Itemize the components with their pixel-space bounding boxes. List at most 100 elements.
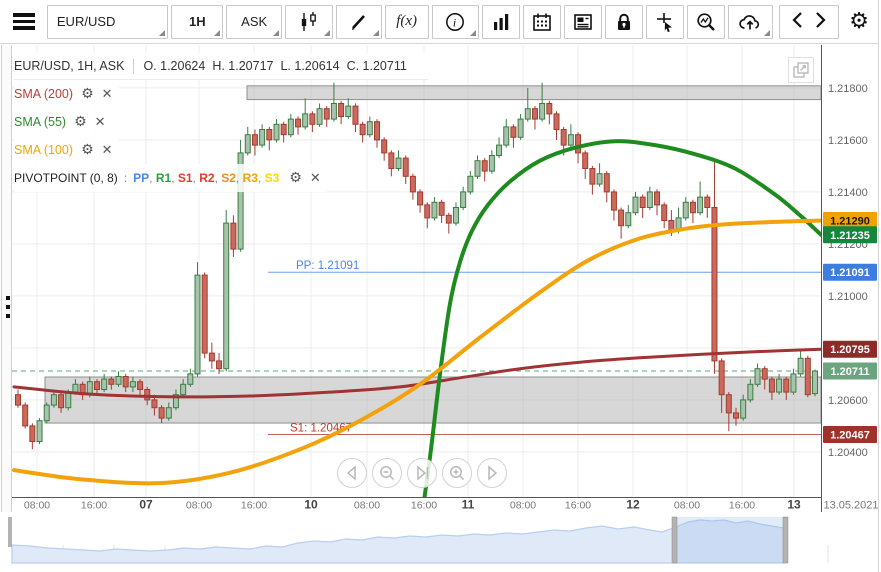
time-tick: 08:00 [354,500,380,512]
drag-grip[interactable] [4,296,11,318]
navigator-left-handle[interactable] [671,516,678,564]
navigator-minimap[interactable] [0,515,878,565]
gear-icon: ⚙ [849,8,869,34]
time-tick: 08:00 [24,500,50,512]
time-axis[interactable]: 08:00 16:00 07 08:00 16:00 10 08:00 16:00 11 08:0… [0,497,878,512]
timeframe-label: 1H [189,14,206,29]
time-tick: 08:00 [186,500,212,512]
go-to-end-button[interactable] [407,458,437,488]
close-icon[interactable]: ✕ [102,88,113,101]
pivotpoint-legend-row: PIVOTPOINT (0, 8) : PP, R1, S1, R2, S2, … [14,164,327,192]
menu-button[interactable] [4,4,44,39]
pivotpoint-label: PIVOTPOINT (0, 8) [14,171,118,185]
pivot-s1-badge: 1.20467 [823,425,877,443]
chart-type-button[interactable] [285,4,333,39]
indicator-row-55: SMA (55) ⚙ ✕ [14,108,112,136]
close-icon[interactable]: ✕ [310,172,321,185]
high-value: H. 1.20717 [212,59,274,73]
bar-stats-icon [494,13,509,30]
crosshair-button[interactable] [645,4,684,39]
close-icon[interactable]: ✕ [95,116,106,129]
scroll-left-button[interactable] [787,11,809,32]
trading-chart-widget: EUR/USD 1H ASK f(x) i ⚙ PP: 1.21091 S1: … [0,0,879,572]
news-icon [574,13,592,30]
gear-icon[interactable]: ⚙ [81,87,94,101]
pp-line-label: PP: 1.21091 [296,260,359,272]
chevron-down-icon [764,29,771,36]
popout-button[interactable] [788,57,814,83]
chevron-down-icon [159,29,166,36]
time-tick: 08:00 [674,500,700,512]
price-tick: 1.21400 [828,187,868,199]
time-tick: 16:00 [241,500,267,512]
pivot-level-r2: R2 [199,171,215,185]
chart-header-row: EUR/USD, 1H, ASK O. 1.20624 H. 1.20717 L… [14,53,428,80]
indicator-row-100: SMA (100) ⚙ ✕ [14,136,119,164]
info-button[interactable]: i [431,4,480,39]
stats-button[interactable] [482,4,521,39]
lock-button[interactable] [604,4,643,39]
step-back-icon [346,465,356,481]
indicators-button[interactable]: f(x) [384,4,429,39]
chart-legend: EUR/USD, 1H, ASK O. 1.20624 H. 1.20717 L… [14,53,428,192]
price-tick: 1.21800 [828,83,868,95]
indicator-label: SMA (200) [14,87,74,101]
navigator-right-handle[interactable] [782,516,789,564]
zoom-mode-button[interactable] [686,4,725,39]
chart-area[interactable]: PP: 1.21091 S1: 1.20467 08:00 16:00 07 08:00 1… [0,45,878,512]
playback-controls [337,458,507,488]
price-axis[interactable]: 1.218001.216001.214001.212001.210001.208… [821,45,879,512]
svg-text:1.20467: 1.20467 [830,429,870,441]
chevron-down-icon [273,29,280,36]
time-tick: 10 [304,498,318,512]
time-tick: 07 [139,498,153,512]
timeframe-select[interactable]: 1H [171,4,224,39]
close-icon[interactable]: ✕ [102,144,113,157]
crosshair-icon [656,12,672,32]
zoom-out-button[interactable] [372,458,402,488]
chevron-down-icon [214,29,221,36]
instrument-label: EUR/USD, 1H, ASK [14,59,125,73]
pivot-level-r1: R1 [155,171,172,185]
play-icon [488,465,498,481]
navigator-window[interactable] [676,517,784,563]
sma200-badge: 1.20795 [823,340,877,358]
price-tick: 1.21600 [828,135,868,147]
date-label: 13.05.2021 [823,500,878,512]
zoom-in-button[interactable] [442,458,472,488]
scroll-right-button[interactable] [809,11,831,32]
time-tick: 08:00 [510,500,536,512]
time-tick: 13 [787,498,801,512]
sma55-badge: 1.21235 [823,226,877,244]
svg-text:1.21091: 1.21091 [830,267,870,279]
upload-button[interactable] [727,4,774,39]
popout-icon [793,62,809,78]
gear-icon[interactable]: ⚙ [289,171,302,185]
price-type-select[interactable]: ASK [226,4,283,39]
pivot-level-pp: PP [133,171,150,185]
range-navigator[interactable] [0,515,878,565]
cloud-upload-icon [739,14,760,29]
history-nav-group [779,4,840,39]
indicator-label: SMA (55) [14,115,67,129]
symbol-select[interactable]: EUR/USD [46,4,169,39]
calendar-button[interactable] [523,4,562,39]
time-tick: 16:00 [729,500,755,512]
step-back-button[interactable] [337,458,367,488]
play-button[interactable] [477,458,507,488]
toolbar: EUR/USD 1H ASK f(x) i ⚙ [0,0,878,44]
price-tick: 1.20600 [828,395,868,407]
gear-icon[interactable]: ⚙ [81,143,94,157]
open-value: O. 1.20624 [143,59,206,73]
svg-text:1.21235: 1.21235 [830,230,870,242]
price-tick: 1.21000 [828,291,868,303]
time-tick: 16:00 [565,500,591,512]
gear-icon[interactable]: ⚙ [74,115,87,129]
navigator-left-notch[interactable] [8,517,12,547]
time-tick: 16:00 [81,500,107,512]
news-button[interactable] [564,4,602,39]
settings-button[interactable]: ⚙ [842,4,877,39]
draw-tools-button[interactable] [335,4,382,39]
go-to-end-icon [417,465,429,481]
left-panel-strip [1,45,12,512]
